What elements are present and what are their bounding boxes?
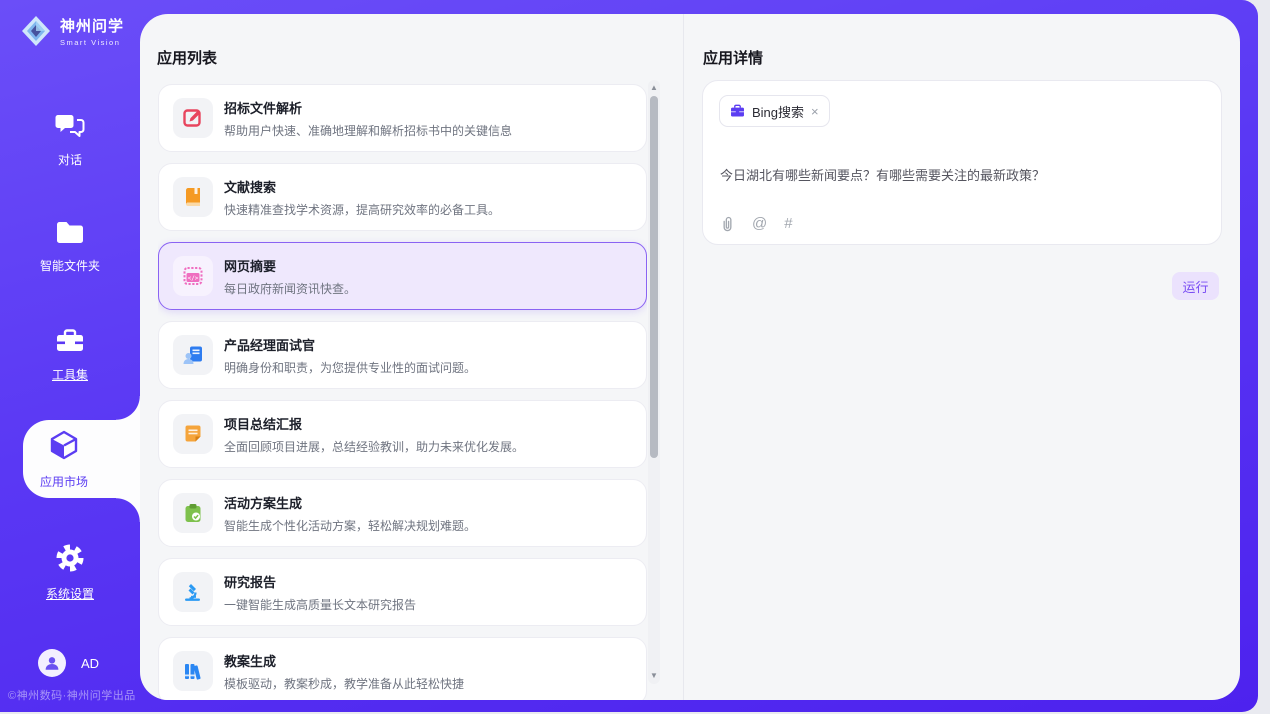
app-name: 文献搜索	[224, 177, 500, 196]
briefcase-icon	[730, 104, 745, 118]
cube-icon	[48, 429, 80, 466]
app-desc: 全面回顾项目进展，总结经验教训，助力未来优化发展。	[224, 438, 524, 455]
pencil-doc-icon	[173, 98, 213, 138]
brand-diamond-icon	[20, 14, 52, 48]
panel-divider	[683, 14, 684, 700]
svg-text:</>: </>	[188, 275, 199, 282]
scroll-down-icon[interactable]: ▼	[648, 670, 660, 682]
gear-icon	[55, 543, 85, 578]
app-desc: 明确身份和职责，为您提供专业性的面试问题。	[224, 359, 476, 376]
avatar	[38, 649, 66, 677]
user-name: AD	[81, 656, 99, 671]
app-card-event-plan[interactable]: 活动方案生成 智能生成个性化活动方案，轻松解决规划难题。	[158, 479, 647, 547]
app-card-research-report[interactable]: 研究报告 一键智能生成高质量长文本研究报告	[158, 558, 647, 626]
app-desc: 快速精准查找学术资源，提高研究效率的必备工具。	[224, 201, 500, 218]
app-detail-title: 应用详情	[703, 47, 763, 68]
app-name: 研究报告	[224, 572, 416, 591]
tool-chip-label: Bing搜索	[752, 102, 804, 121]
app-window: 神州问学 Smart Vision 对话 智能文件夹	[0, 0, 1258, 712]
sidebar-item-chat[interactable]: 对话	[0, 109, 140, 171]
app-card-lesson-plan[interactable]: 教案生成 模板驱动，教案秒成，教学准备从此轻松快捷	[158, 637, 647, 700]
sidebar-item-label: 系统设置	[46, 585, 94, 602]
app-list-title: 应用列表	[157, 47, 217, 68]
books-icon	[173, 651, 213, 691]
app-desc: 模板驱动，教案秒成，教学准备从此轻松快捷	[224, 675, 464, 692]
sidebar-item-label: 智能文件夹	[40, 257, 100, 274]
user-account[interactable]: AD	[38, 649, 99, 677]
run-button[interactable]: 运行	[1172, 272, 1219, 300]
main-content: 应用列表 招标文件解析 帮助用户快速、准确地理解和解析招标书中的关键信息	[140, 14, 1240, 700]
brand-subtitle: Smart Vision	[60, 38, 124, 47]
book-icon	[173, 177, 213, 217]
scroll-up-icon[interactable]: ▲	[648, 82, 660, 94]
sidebar-item-label: 对话	[58, 151, 82, 168]
app-name: 活动方案生成	[224, 493, 476, 512]
app-list-scrollbar[interactable]: ▲ ▼	[648, 80, 660, 684]
close-icon[interactable]: ×	[811, 105, 819, 118]
toolbox-icon	[55, 328, 85, 359]
note-icon	[173, 414, 213, 454]
interviewer-icon	[173, 335, 213, 375]
app-card-web-summary[interactable]: </> 网页摘要 每日政府新闻资讯快查。	[158, 242, 647, 310]
folder-icon	[55, 220, 85, 250]
app-card-bid-parse[interactable]: 招标文件解析 帮助用户快速、准确地理解和解析招标书中的关键信息	[158, 84, 647, 152]
tool-chip-bing-search[interactable]: Bing搜索 ×	[719, 95, 830, 127]
paperclip-icon[interactable]	[720, 215, 735, 232]
app-desc: 帮助用户快速、准确地理解和解析招标书中的关键信息	[224, 122, 512, 139]
app-card-pm-interviewer[interactable]: 产品经理面试官 明确身份和职责，为您提供专业性的面试问题。	[158, 321, 647, 389]
app-name: 项目总结汇报	[224, 414, 524, 433]
app-name: 教案生成	[224, 651, 464, 670]
sidebar: 神州问学 Smart Vision 对话 智能文件夹	[0, 0, 140, 712]
person-icon	[43, 654, 61, 672]
at-icon[interactable]: @	[752, 215, 767, 232]
sidebar-item-label: 应用市场	[40, 473, 88, 490]
copyright-footer: ©神州数码·神州问学出品	[8, 687, 136, 703]
brand-name: 神州问学	[60, 15, 124, 36]
app-card-project-summary[interactable]: 项目总结汇报 全面回顾项目进展，总结经验教训，助力未来优化发展。	[158, 400, 647, 468]
app-name: 招标文件解析	[224, 98, 512, 117]
scrollbar-thumb[interactable]	[650, 96, 658, 458]
app-list: 招标文件解析 帮助用户快速、准确地理解和解析招标书中的关键信息 文献搜索 快速精…	[158, 84, 647, 700]
sidebar-item-app-market[interactable]: 应用市场	[0, 420, 140, 498]
microscope-icon	[173, 572, 213, 612]
app-name: 产品经理面试官	[224, 335, 476, 354]
clipboard-check-icon	[173, 493, 213, 533]
query-input[interactable]: 今日湖北有哪些新闻要点？有哪些需要关注的最新政策？	[720, 165, 1205, 184]
app-detail-card: Bing搜索 × 今日湖北有哪些新闻要点？有哪些需要关注的最新政策？ @ #	[702, 80, 1222, 245]
sidebar-item-smart-folder[interactable]: 智能文件夹	[0, 216, 140, 278]
app-desc: 每日政府新闻资讯快查。	[224, 280, 356, 297]
hash-icon[interactable]: #	[784, 215, 792, 232]
brand-logo: 神州问学 Smart Vision	[20, 14, 124, 48]
sidebar-item-settings[interactable]: 系统设置	[0, 541, 140, 603]
sidebar-item-toolset[interactable]: 工具集	[0, 324, 140, 386]
app-desc: 智能生成个性化活动方案，轻松解决规划难题。	[224, 517, 476, 534]
app-card-literature-search[interactable]: 文献搜索 快速精准查找学术资源，提高研究效率的必备工具。	[158, 163, 647, 231]
app-desc: 一键智能生成高质量长文本研究报告	[224, 596, 416, 613]
attachment-toolbar: @ #	[720, 215, 793, 232]
chat-icon	[55, 113, 85, 144]
browser-code-icon: </>	[173, 256, 213, 296]
app-name: 网页摘要	[224, 256, 356, 275]
sidebar-item-label: 工具集	[52, 366, 88, 383]
